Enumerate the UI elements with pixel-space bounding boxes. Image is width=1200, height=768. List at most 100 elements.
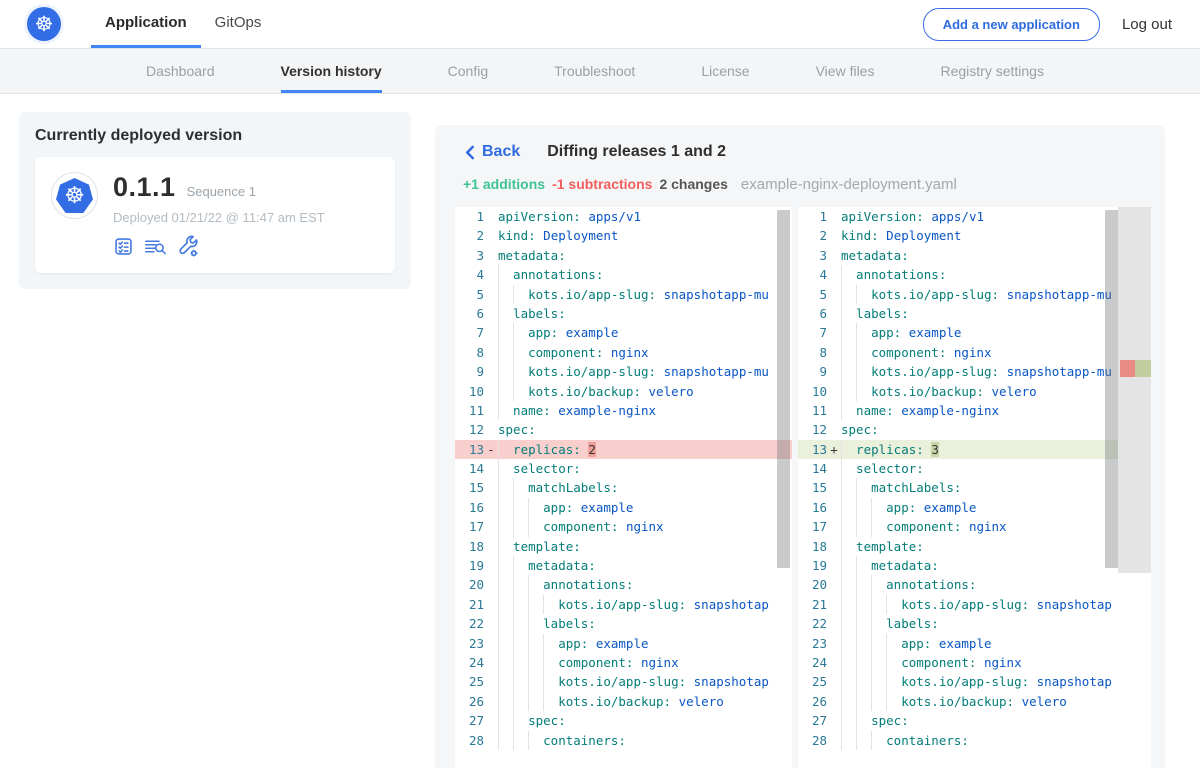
- top-tabs: Application GitOps: [91, 0, 275, 48]
- subtab-view-files[interactable]: View files: [816, 49, 875, 93]
- version-action-icons: [113, 235, 325, 258]
- code-line: 19metadata:: [798, 556, 1151, 575]
- diff-card: Back Diffing releases 1 and 2 +1 additio…: [435, 125, 1165, 768]
- code-line: 25kots.io/app-slug: snapshotap: [455, 672, 792, 691]
- version-label: 0.1.1: [113, 172, 176, 203]
- diff-pane-original: 1apiVersion: apps/v12kind: Deployment3me…: [455, 207, 792, 768]
- code-line: 14selector:: [455, 459, 792, 478]
- subtab-registry-settings[interactable]: Registry settings: [940, 49, 1043, 93]
- deployed-version-row: ☸ 0.1.1 Sequence 1 Deployed 01/21/22 @ 1…: [35, 157, 395, 273]
- code-line: 9kots.io/app-slug: snapshotapp-mu: [798, 362, 1151, 381]
- diff-title: Diffing releases 1 and 2: [547, 143, 726, 161]
- tab-application[interactable]: Application: [91, 0, 201, 48]
- code-line: 5kots.io/app-slug: snapshotapp-mu: [455, 285, 792, 304]
- back-label: Back: [482, 143, 520, 161]
- code-line: 16app: example: [455, 498, 792, 517]
- code-line: 28containers:: [455, 731, 792, 750]
- code-line: 24component: nginx: [798, 653, 1151, 672]
- code-line: 17component: nginx: [455, 517, 792, 536]
- code-line: 11name: example-nginx: [798, 401, 1151, 420]
- wrench-config-icon[interactable]: [177, 235, 200, 258]
- code-line: 13-replicas: 2: [455, 440, 792, 459]
- code-line: 24component: nginx: [455, 653, 792, 672]
- kubernetes-logo-icon: ☸: [27, 7, 61, 41]
- code-line: 5kots.io/app-slug: snapshotapp-mu: [798, 285, 1151, 304]
- back-link[interactable]: Back: [465, 143, 520, 161]
- code-line: 6labels:: [455, 304, 792, 323]
- diff-panes: 1apiVersion: apps/v12kind: Deployment3me…: [455, 207, 1151, 768]
- code-line: 21kots.io/app-slug: snapshotap: [798, 595, 1151, 614]
- subtab-version-history[interactable]: Version history: [281, 49, 382, 93]
- code-line: 23app: example: [798, 634, 1151, 653]
- deploy-logs-icon[interactable]: [143, 236, 168, 257]
- tab-gitops[interactable]: GitOps: [201, 0, 276, 48]
- code-line: 14selector:: [798, 459, 1151, 478]
- navbar-actions: Add a new application Log out: [923, 0, 1172, 48]
- tab-gitops-label: GitOps: [215, 14, 262, 31]
- subtab-config[interactable]: Config: [448, 49, 488, 93]
- diff-pane-modified: 1apiVersion: apps/v12kind: Deployment3me…: [798, 207, 1151, 768]
- code-line: 26kots.io/backup: velero: [798, 692, 1151, 711]
- code-line: 25kots.io/app-slug: snapshotap: [798, 672, 1151, 691]
- diff-overview-ruler: [1118, 207, 1151, 573]
- scrollbar-thumb[interactable]: [1105, 210, 1118, 568]
- code-line: 8component: nginx: [455, 343, 792, 362]
- code-line: 19metadata:: [455, 556, 792, 575]
- code-line: 27spec:: [798, 711, 1151, 730]
- changes-count: 2 changes: [659, 176, 727, 192]
- logout-link[interactable]: Log out: [1122, 16, 1172, 33]
- subtab-license[interactable]: License: [701, 49, 749, 93]
- code-line: 3metadata:: [455, 246, 792, 265]
- preflight-checks-icon[interactable]: [113, 236, 134, 257]
- subtab-dashboard[interactable]: Dashboard: [146, 49, 215, 93]
- app-logo-icon: ☸: [51, 172, 98, 219]
- code-line: 7app: example: [455, 323, 792, 342]
- code-line: 15matchLabels:: [798, 478, 1151, 497]
- code-line: 8component: nginx: [798, 343, 1151, 362]
- code-line: 22labels:: [455, 614, 792, 633]
- code-line: 1apiVersion: apps/v1: [455, 207, 792, 226]
- code-line: 18template:: [455, 537, 792, 556]
- scrollbar-thumb[interactable]: [777, 210, 790, 568]
- code-line: 23app: example: [455, 634, 792, 653]
- code-line: 12spec:: [798, 420, 1151, 439]
- code-line: 17component: nginx: [798, 517, 1151, 536]
- chevron-left-icon: [465, 145, 475, 160]
- code-line: 3metadata:: [798, 246, 1151, 265]
- subtractions-count: -1 subtractions: [552, 176, 652, 192]
- code-line: 18template:: [798, 537, 1151, 556]
- diff-filename: example-nginx-deployment.yaml: [741, 176, 957, 193]
- helm-wheel-icon: ☸: [35, 14, 54, 35]
- additions-count: +1 additions: [463, 176, 545, 192]
- code-line: 21kots.io/app-slug: snapshotap: [455, 595, 792, 614]
- code-line: 1apiVersion: apps/v1: [798, 207, 1151, 226]
- code-line: 11name: example-nginx: [455, 401, 792, 420]
- app-subnav: Dashboard Version history Config Trouble…: [0, 48, 1200, 94]
- currently-deployed-card: Currently deployed version ☸ 0.1.1 Seque…: [19, 112, 411, 289]
- code-line: 10kots.io/backup: velero: [455, 382, 792, 401]
- code-line: 7app: example: [798, 323, 1151, 342]
- code-line: 15matchLabels:: [455, 478, 792, 497]
- code-line: 2kind: Deployment: [798, 226, 1151, 245]
- code-line: 27spec:: [455, 711, 792, 730]
- add-application-button[interactable]: Add a new application: [923, 8, 1100, 41]
- sequence-label: Sequence 1: [187, 184, 256, 199]
- subtab-troubleshoot[interactable]: Troubleshoot: [554, 49, 635, 93]
- code-line: 13+replicas: 3: [798, 440, 1151, 459]
- code-line: 26kots.io/backup: velero: [455, 692, 792, 711]
- ruler-removed-marker: [1120, 360, 1135, 377]
- code-line: 2kind: Deployment: [455, 226, 792, 245]
- code-line: 9kots.io/app-slug: snapshotapp-mu: [455, 362, 792, 381]
- code-line: 16app: example: [798, 498, 1151, 517]
- ruler-added-marker: [1135, 360, 1151, 377]
- code-line: 4annotations:: [798, 265, 1151, 284]
- main-content: Currently deployed version ☸ 0.1.1 Seque…: [0, 94, 1200, 768]
- top-navbar: ☸ Application GitOps Add a new applicati…: [0, 0, 1200, 48]
- diff-stats: +1 additions -1 subtractions 2 changes e…: [463, 176, 957, 193]
- code-line: 20annotations:: [798, 575, 1151, 594]
- code-line: 10kots.io/backup: velero: [798, 382, 1151, 401]
- code-line: 28containers:: [798, 731, 1151, 750]
- code-line: 12spec:: [455, 420, 792, 439]
- code-line: 6labels:: [798, 304, 1151, 323]
- card-title: Currently deployed version: [35, 127, 395, 145]
